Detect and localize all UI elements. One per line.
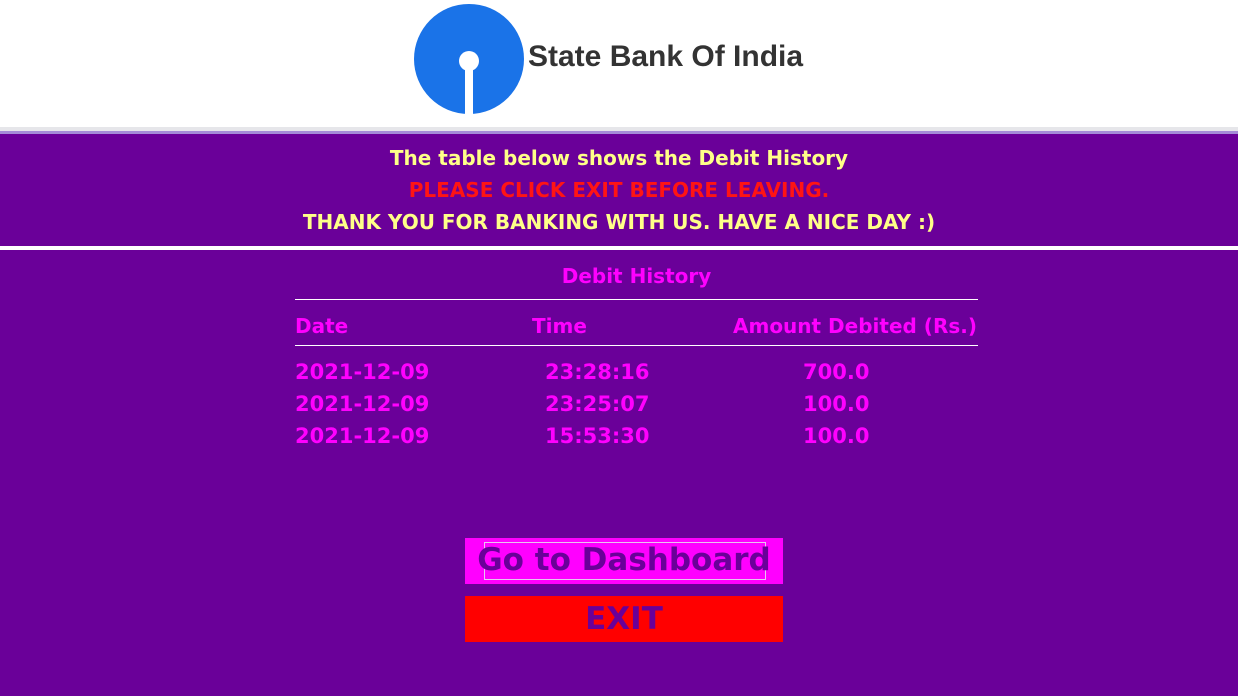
exit-button[interactable]: EXIT	[465, 596, 783, 642]
exit-button-label: EXIT	[585, 601, 663, 637]
bank-name: State Bank Of India	[528, 40, 804, 73]
header-divider-accent	[0, 131, 1238, 134]
dashboard-button-label: Go to Dashboard	[477, 542, 771, 578]
sbi-logo-icon	[414, 4, 524, 114]
table-top-rule	[295, 299, 978, 300]
table-title: Debit History	[561, 264, 712, 288]
column-header-amount: Amount Debited (Rs.)	[733, 314, 977, 338]
cell-amount: 100.0	[803, 392, 870, 416]
go-to-dashboard-button[interactable]: Go to Dashboard	[465, 538, 783, 584]
cell-amount: 700.0	[803, 360, 870, 384]
cell-time: 23:25:07	[545, 392, 650, 416]
column-header-time: Time	[532, 314, 587, 338]
table-row: 2021-12-09 23:28:16 700.0	[0, 360, 1238, 392]
table-header-rule	[295, 345, 978, 346]
cell-date: 2021-12-09	[295, 424, 430, 448]
info-message: The table below shows the Debit History	[389, 146, 849, 170]
warning-message: PLEASE CLICK EXIT BEFORE LEAVING.	[408, 178, 830, 202]
table-row: 2021-12-09 23:25:07 100.0	[0, 392, 1238, 424]
section-divider	[0, 246, 1238, 250]
cell-amount: 100.0	[803, 424, 870, 448]
cell-date: 2021-12-09	[295, 360, 430, 384]
table-row: 2021-12-09 15:53:30 100.0	[0, 424, 1238, 456]
cell-time: 23:28:16	[545, 360, 650, 384]
cell-time: 15:53:30	[545, 424, 650, 448]
app-header: State Bank Of India	[0, 0, 1238, 127]
cell-date: 2021-12-09	[295, 392, 430, 416]
column-header-date: Date	[295, 314, 349, 338]
thanks-message: THANK YOU FOR BANKING WITH US. HAVE A NI…	[302, 210, 936, 234]
